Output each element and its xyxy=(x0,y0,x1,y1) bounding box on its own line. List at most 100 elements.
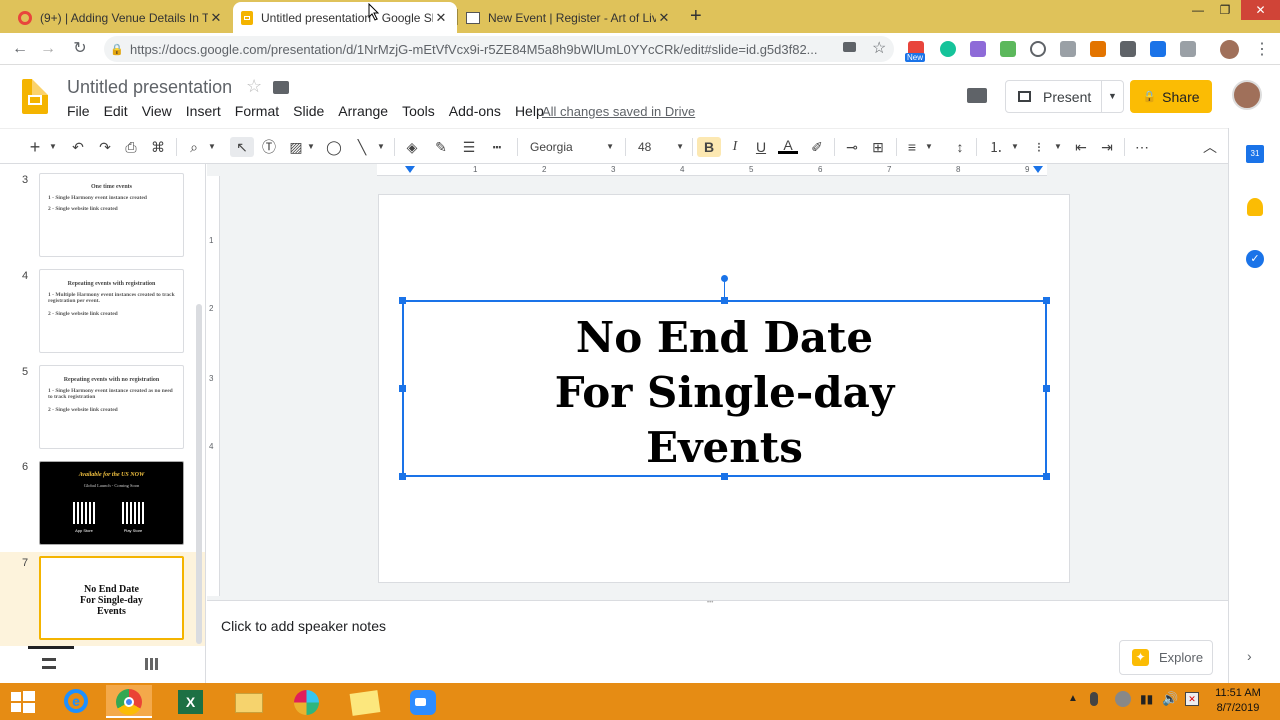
speaker-notes-placeholder[interactable]: Click to add speaker notes xyxy=(221,618,386,634)
profile-avatar[interactable] xyxy=(1220,40,1239,59)
align-icon[interactable]: ≡ xyxy=(902,137,922,157)
collapse-icon[interactable]: ︿ xyxy=(1200,137,1220,157)
extension-icon[interactable] xyxy=(1180,41,1196,57)
tasks-icon[interactable]: ✓ xyxy=(1246,250,1264,268)
decrease-indent-icon[interactable]: ⇤ xyxy=(1071,137,1091,157)
keep-icon[interactable] xyxy=(1247,198,1263,216)
right-indent-marker[interactable] xyxy=(1033,166,1043,173)
camera-extension-icon[interactable] xyxy=(1060,41,1076,57)
slide-thumbnail-5[interactable]: Repeating events with no registration 1 … xyxy=(39,365,184,449)
calendar-icon[interactable]: 31 xyxy=(1246,145,1264,163)
speaker-notes[interactable]: ••• Click to add speaker notes ✦ Explore xyxy=(207,600,1228,683)
excel-icon[interactable]: X xyxy=(168,685,214,718)
menu-arrange[interactable]: Arrange xyxy=(338,103,388,119)
grammarly-icon[interactable] xyxy=(940,41,956,57)
minimize-icon[interactable]: — xyxy=(1183,0,1213,20)
bold-icon[interactable]: B xyxy=(697,137,721,157)
menu-addons[interactable]: Add-ons xyxy=(449,103,501,119)
filmstrip-scrollbar[interactable] xyxy=(196,304,202,644)
resize-handle[interactable] xyxy=(399,385,406,392)
menu-file[interactable]: File xyxy=(67,103,90,119)
resize-handle[interactable] xyxy=(1043,297,1050,304)
close-tab-icon[interactable]: ✕ xyxy=(433,10,449,26)
menu-insert[interactable]: Insert xyxy=(186,103,221,119)
notification-error-icon[interactable]: ✕ xyxy=(1185,692,1199,706)
chevron-down-icon[interactable]: ▼ xyxy=(1010,137,1020,157)
menu-slide[interactable]: Slide xyxy=(293,103,324,119)
grid-view-icon[interactable] xyxy=(145,658,158,670)
highlight-icon[interactable]: ✐ xyxy=(807,137,827,157)
slide-thumbnail-4[interactable]: Repeating events with registration 1 - M… xyxy=(39,269,184,353)
more-icon[interactable]: ⋯ xyxy=(1132,137,1152,157)
notes-resize-handle[interactable]: ••• xyxy=(707,600,727,606)
new-slide-icon[interactable]: + xyxy=(26,137,44,157)
text-color-icon[interactable]: A xyxy=(778,137,798,154)
zoom-app-icon[interactable] xyxy=(400,685,446,718)
volume-icon[interactable]: 🔊 xyxy=(1162,691,1178,707)
slack-icon[interactable] xyxy=(284,685,330,718)
camera-icon[interactable] xyxy=(843,42,856,52)
italic-icon[interactable]: I xyxy=(725,137,745,157)
start-button[interactable] xyxy=(0,685,46,718)
folder-icon[interactable] xyxy=(273,81,289,94)
chevron-down-icon[interactable]: ▼ xyxy=(376,137,386,157)
left-indent-marker[interactable] xyxy=(405,166,415,173)
border-dash-icon[interactable]: ┅ xyxy=(487,137,507,157)
reload-icon[interactable]: ↻ xyxy=(70,39,90,59)
line-spacing-icon[interactable]: ↕ xyxy=(950,137,970,157)
chevron-down-icon[interactable]: ▼ xyxy=(207,137,217,157)
chevron-down-icon[interactable]: ▼ xyxy=(924,137,934,157)
star-icon[interactable]: ☆ xyxy=(246,76,262,97)
file-explorer-icon[interactable] xyxy=(226,685,272,718)
tray-overflow-icon[interactable]: ▲ xyxy=(1068,693,1078,704)
underline-icon[interactable]: U xyxy=(751,137,771,157)
chevron-down-icon[interactable]: ▼ xyxy=(306,137,316,157)
print-icon[interactable]: ⎙ xyxy=(121,137,141,157)
present-button[interactable]: Present ▼ xyxy=(1005,80,1124,113)
fill-color-icon[interactable]: ◈ xyxy=(402,137,422,157)
address-bar[interactable]: 🔒 https://docs.google.com/presentation/d… xyxy=(104,36,894,62)
menu-edit[interactable]: Edit xyxy=(104,103,128,119)
numbered-list-icon[interactable]: ⒈ xyxy=(986,137,1006,157)
tray-app-icon[interactable] xyxy=(1115,691,1131,707)
zoom-icon[interactable]: ⌕ xyxy=(184,137,204,157)
horizontal-ruler[interactable]: 1 2 3 4 5 6 7 8 9 xyxy=(377,164,1047,176)
taskbar-time[interactable]: 11:51 AM xyxy=(1212,687,1264,699)
resize-handle[interactable] xyxy=(721,473,728,480)
add-comment-icon[interactable]: ⊞ xyxy=(868,137,888,157)
redo-icon[interactable]: ↷ xyxy=(95,137,115,157)
extension-icon[interactable] xyxy=(1000,41,1016,57)
slide-thumbnail-7[interactable]: No End Date For Single-day Events xyxy=(39,556,184,640)
resize-handle[interactable] xyxy=(399,473,406,480)
network-icon[interactable]: ▮▮ xyxy=(1140,692,1153,706)
maximize-icon[interactable]: ❐ xyxy=(1210,0,1240,20)
slide-title-text[interactable]: No End Date For Single-day Events xyxy=(404,310,1045,475)
shape-icon[interactable]: ◯ xyxy=(324,137,344,157)
new-tab-button[interactable]: + xyxy=(690,5,702,28)
chrome-taskbar-icon[interactable] xyxy=(106,685,152,718)
user-avatar[interactable] xyxy=(1232,80,1262,110)
expand-panel-icon[interactable]: › xyxy=(1247,648,1252,664)
slide-canvas[interactable]: No End Date For Single-day Events xyxy=(378,194,1070,583)
taskbar-date[interactable]: 8/7/2019 xyxy=(1212,702,1264,714)
paint-format-icon[interactable]: ⌘ xyxy=(148,137,168,157)
bulleted-list-icon[interactable]: ⁝ xyxy=(1029,137,1049,157)
save-status[interactable]: All changes saved in Drive xyxy=(542,104,695,119)
close-tab-icon[interactable]: ✕ xyxy=(656,10,672,26)
resize-handle[interactable] xyxy=(721,297,728,304)
line-icon[interactable]: ╲ xyxy=(352,137,372,157)
tools-extension-icon[interactable] xyxy=(1120,41,1136,57)
close-window-icon[interactable]: ✕ xyxy=(1241,0,1280,20)
resize-handle[interactable] xyxy=(1043,385,1050,392)
title-text-box[interactable]: No End Date For Single-day Events xyxy=(402,300,1047,477)
back-icon[interactable]: ← xyxy=(10,39,30,59)
select-tool-icon[interactable]: ↖ xyxy=(230,137,254,157)
forward-icon[interactable]: → xyxy=(38,39,58,59)
resize-handle[interactable] xyxy=(399,297,406,304)
font-family-select[interactable]: Georgia ▼ xyxy=(524,137,618,157)
menu-help[interactable]: Help xyxy=(515,103,544,119)
chevron-down-icon[interactable]: ▼ xyxy=(48,137,58,157)
tab-venue-details[interactable]: (9+) | Adding Venue Details In Th ✕ xyxy=(10,2,232,33)
microphone-icon[interactable] xyxy=(1090,692,1098,706)
slide-thumbnail-3[interactable]: One time events 1 - Single Harmony event… xyxy=(39,173,184,257)
